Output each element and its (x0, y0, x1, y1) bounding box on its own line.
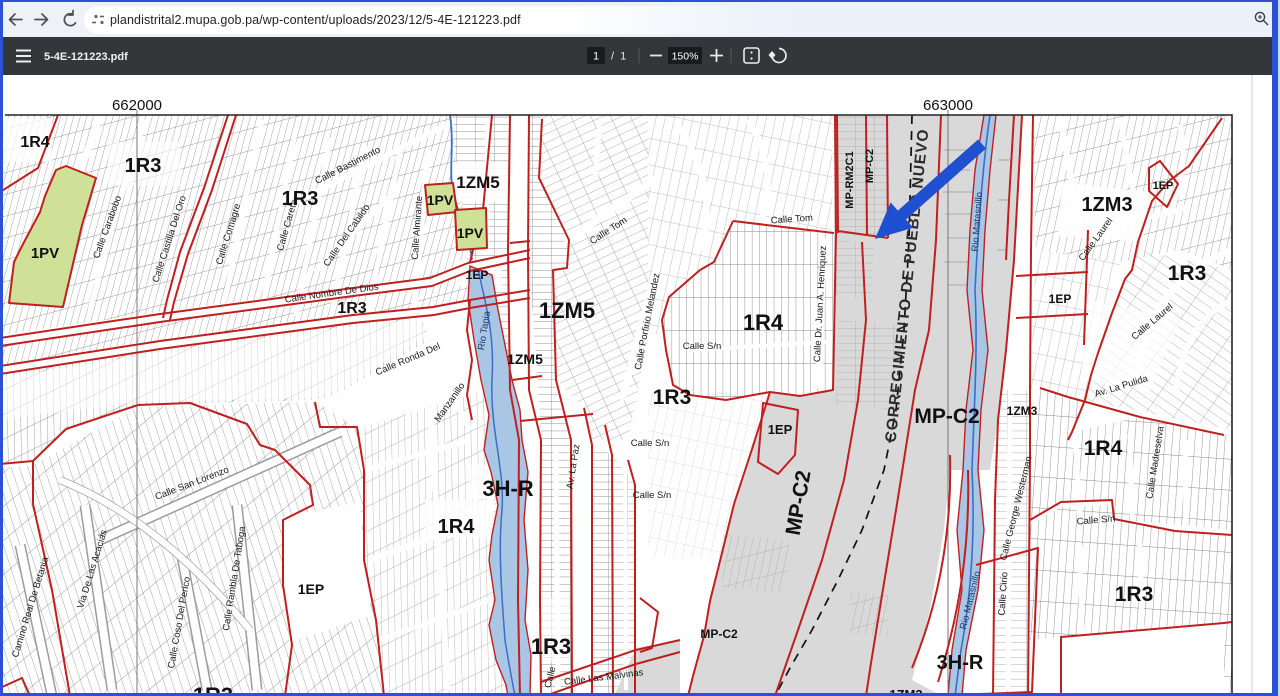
svg-text:MP-C2: MP-C2 (864, 149, 876, 183)
svg-text:1PV: 1PV (457, 225, 484, 241)
svg-text:1: 1 (593, 51, 599, 63)
svg-text:Calle S/n: Calle S/n (683, 341, 722, 352)
svg-text:1PV: 1PV (31, 245, 59, 262)
svg-text:3H-R: 3H-R (937, 652, 984, 674)
svg-text:Calle S/n: Calle S/n (633, 490, 672, 501)
svg-text:1R3: 1R3 (337, 300, 366, 317)
svg-text:/ 1: / 1 (611, 51, 626, 63)
svg-text:1R3: 1R3 (653, 386, 692, 409)
svg-text:MP-RM2C1: MP-RM2C1 (844, 151, 856, 208)
svg-text:663000: 663000 (923, 97, 973, 114)
svg-text:MP-C2: MP-C2 (914, 405, 979, 428)
svg-text:1EP: 1EP (298, 581, 324, 597)
svg-text:1EP: 1EP (1153, 180, 1174, 192)
svg-text:1ZM5: 1ZM5 (456, 173, 499, 192)
svg-text:662000: 662000 (112, 97, 162, 114)
svg-text:1R4: 1R4 (1084, 437, 1123, 460)
svg-text:MP-C2: MP-C2 (700, 627, 738, 641)
svg-text:1R4: 1R4 (20, 134, 49, 151)
svg-text:150%: 150% (672, 51, 699, 63)
svg-text:1ZM3: 1ZM3 (1081, 194, 1132, 216)
svg-text:1R3: 1R3 (125, 155, 162, 177)
svg-text:1ZM5: 1ZM5 (507, 351, 543, 367)
svg-text:1EP: 1EP (466, 268, 489, 282)
svg-text:1R3: 1R3 (1115, 583, 1154, 606)
svg-text:1R4: 1R4 (438, 516, 476, 538)
svg-text:1EP: 1EP (1049, 292, 1072, 306)
svg-text:3H-R: 3H-R (482, 476, 533, 501)
svg-text:1R4: 1R4 (743, 310, 784, 335)
svg-text:1EP: 1EP (768, 422, 793, 437)
svg-text:1ZM5: 1ZM5 (539, 298, 595, 323)
svg-text:1PV: 1PV (427, 192, 454, 208)
svg-text:1ZM3: 1ZM3 (1007, 404, 1038, 418)
svg-text:1R3: 1R3 (531, 634, 571, 659)
svg-text:Calle S/n: Calle S/n (631, 438, 670, 449)
svg-text:1R3: 1R3 (1168, 262, 1207, 285)
svg-text:5-4E-121223.pdf: 5-4E-121223.pdf (44, 51, 128, 63)
